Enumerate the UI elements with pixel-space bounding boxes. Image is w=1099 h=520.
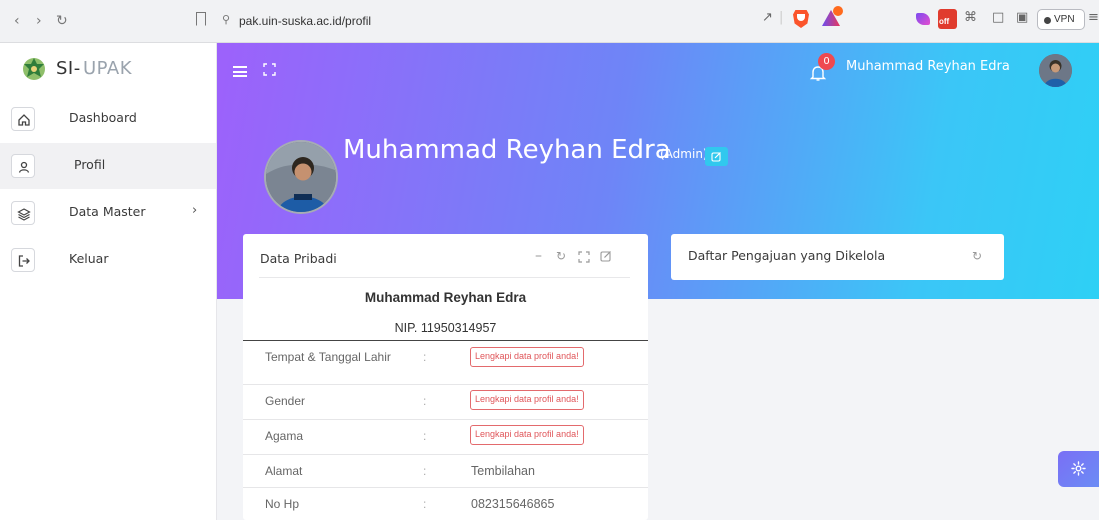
card-title: Data Pribadi: [260, 251, 337, 266]
profile-name: Muhammad Reyhan Edra: [343, 135, 671, 165]
table-row: Gender : Lengkapi data profil anda!: [243, 384, 648, 419]
row-label: No Hp: [265, 497, 300, 511]
sidebar-item-keluar[interactable]: Keluar: [0, 237, 216, 283]
menu-icon[interactable]: ≡: [1088, 10, 1099, 25]
brand-suffix: UPAK: [83, 58, 132, 79]
avatar[interactable]: [1039, 54, 1072, 87]
row-colon: :: [423, 394, 427, 408]
row-colon: :: [423, 429, 427, 443]
refresh-icon[interactable]: ↻: [556, 249, 566, 263]
rewards-badge: [833, 6, 843, 16]
sidebar-item-label: Data Master: [69, 204, 146, 219]
expand-icon[interactable]: [578, 251, 590, 263]
vpn-status-icon: [1044, 17, 1051, 24]
fullscreen-icon[interactable]: [263, 63, 276, 76]
data-pribadi-card: Data Pribadi – ↻ Muhammad Reyhan Edra NI…: [243, 234, 648, 520]
share-icon[interactable]: ↗: [762, 10, 773, 25]
edit-icon: [711, 152, 721, 162]
gear-icon: [1071, 461, 1086, 476]
bookmark-icon[interactable]: [196, 12, 206, 26]
main-content: 0 Muhammad Reyhan Edra Muhammad Reyhan E…: [217, 43, 1099, 520]
brave-shields-icon[interactable]: [793, 10, 809, 28]
address-bar[interactable]: ⚲ pak.uin-suska.ac.id/profil: [218, 7, 748, 35]
row-label: Tempat & Tanggal Lahir: [265, 350, 391, 364]
extensions-puzzle-icon[interactable]: ⌘: [964, 10, 977, 25]
site-info-icon[interactable]: ⚲: [222, 13, 230, 26]
browser-toolbar: ‹ › ↻ ⚲ pak.uin-suska.ac.id/profil ↗ | o…: [0, 0, 1099, 43]
sidebar-item-label: Dashboard: [69, 110, 137, 125]
row-colon: :: [423, 350, 427, 364]
extension-icon[interactable]: [916, 13, 930, 25]
toolbar-separator: |: [779, 10, 784, 25]
incomplete-warning-badge: Lengkapi data profil anda!: [470, 390, 584, 410]
back-icon[interactable]: ‹: [14, 13, 20, 29]
topbar-user-name[interactable]: Muhammad Reyhan Edra: [846, 59, 1010, 74]
sidebar-item-label: Keluar: [69, 251, 109, 266]
refresh-icon[interactable]: ↻: [972, 249, 982, 263]
layers-icon: [11, 201, 35, 225]
card-title: Daftar Pengajuan yang Dikelola: [688, 248, 886, 263]
row-value: Tembilahan: [471, 464, 535, 478]
pribadi-nip: NIP. 11950314957: [394, 321, 497, 335]
table-row: Alamat : Tembilahan: [243, 454, 648, 487]
row-label: Agama: [265, 429, 304, 443]
row-label: Gender: [265, 394, 306, 408]
sidebar-item-data-master[interactable]: Data Master ›: [0, 190, 216, 236]
table-row: Tempat & Tanggal Lahir : Lengkapi data p…: [243, 341, 648, 384]
logout-icon: [11, 248, 35, 272]
reload-icon[interactable]: ↻: [56, 13, 68, 29]
url-text[interactable]: pak.uin-suska.ac.id/profil: [239, 14, 371, 28]
pribadi-name: Muhammad Reyhan Edra: [364, 290, 527, 305]
vpn-button[interactable]: VPN: [1037, 9, 1085, 30]
notification-badge: 0: [818, 53, 835, 70]
brand-prefix: SI-: [56, 58, 81, 79]
home-icon: [11, 107, 35, 131]
incomplete-warning-badge: Lengkapi data profil anda!: [470, 425, 584, 445]
sidebar-item-profil[interactable]: Profil: [0, 143, 216, 189]
uin-logo-icon: [23, 58, 45, 80]
settings-button[interactable]: [1058, 451, 1099, 487]
edit-profile-button[interactable]: [705, 147, 728, 166]
profile-role: (Admin): [660, 147, 708, 161]
extension-off-icon[interactable]: off: [938, 9, 957, 29]
sidebar-toggle-icon[interactable]: □: [992, 10, 1004, 25]
sidebar-item-dashboard[interactable]: Dashboard: [0, 96, 216, 142]
vpn-label: VPN: [1054, 14, 1075, 25]
row-value: 082315646865: [471, 497, 555, 511]
sidebar-item-label: Profil: [74, 157, 106, 172]
user-icon: [11, 154, 35, 178]
minimize-icon[interactable]: –: [535, 248, 542, 264]
table-row: Agama : Lengkapi data profil anda!: [243, 419, 648, 454]
row-label: Alamat: [265, 464, 303, 478]
row-colon: :: [423, 497, 427, 511]
forward-icon[interactable]: ›: [36, 13, 42, 29]
wallet-icon[interactable]: ▣: [1016, 10, 1028, 25]
profile-photo: [264, 140, 338, 214]
incomplete-warning-badge: Lengkapi data profil anda!: [470, 347, 584, 367]
row-colon: :: [423, 464, 427, 478]
hamburger-menu-icon[interactable]: [233, 66, 247, 77]
sidebar: SI- UPAK Dashboard Profil Data Master › …: [0, 43, 217, 520]
daftar-pengajuan-card: Daftar Pengajuan yang Dikelola ↻: [671, 234, 1004, 280]
chevron-right-icon: ›: [192, 203, 198, 218]
divider: [259, 277, 630, 278]
edit-icon[interactable]: [600, 250, 612, 262]
table-row: No Hp : 082315646865: [243, 487, 648, 520]
